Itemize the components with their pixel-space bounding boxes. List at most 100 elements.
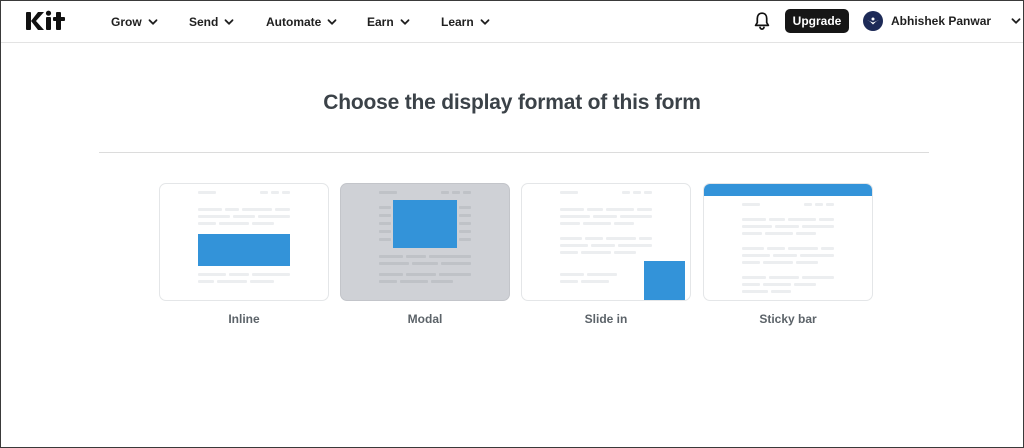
placeholder-line	[379, 262, 409, 265]
placeholder-line	[252, 222, 274, 225]
placeholder-line	[459, 230, 471, 233]
placeholder-line	[788, 218, 816, 221]
placeholder-line	[379, 214, 391, 217]
placeholder-line	[198, 222, 216, 225]
placeholder-line	[459, 214, 471, 217]
placeholder-line	[560, 215, 590, 218]
placeholder-line	[459, 222, 471, 225]
placeholder-line	[198, 208, 222, 211]
placeholder-line	[250, 280, 274, 283]
placeholder-line	[614, 222, 634, 225]
placeholder-line	[406, 255, 426, 258]
placeholder-line	[826, 203, 834, 206]
placeholder-line	[198, 273, 226, 276]
placeholder-line	[282, 191, 290, 194]
placeholder-line	[773, 254, 797, 257]
placeholder-line	[796, 232, 816, 235]
placeholder-line	[775, 225, 799, 228]
placeholder-line	[622, 191, 630, 194]
upgrade-button[interactable]: Upgrade	[785, 9, 849, 33]
placeholder-line	[459, 206, 471, 209]
sticky-bar-form-preview	[704, 184, 872, 196]
nav-earn[interactable]: Earn	[367, 13, 410, 31]
placeholder-line	[379, 280, 397, 283]
avatar	[863, 11, 883, 31]
placeholder-line	[229, 273, 249, 276]
nav-learn[interactable]: Learn	[441, 13, 490, 31]
placeholder-line	[644, 191, 652, 194]
placeholder-line	[742, 218, 766, 221]
placeholder-line	[620, 215, 652, 218]
placeholder-line	[400, 280, 428, 283]
format-card-inline[interactable]	[159, 183, 329, 301]
slide-in-form-preview	[644, 261, 685, 300]
placeholder-line	[742, 261, 760, 264]
chevron-down-icon	[327, 17, 337, 27]
nav-send-label: Send	[189, 15, 219, 29]
placeholder-line	[459, 238, 471, 241]
bell-icon[interactable]	[753, 11, 771, 31]
format-card-slide-in[interactable]	[521, 183, 691, 301]
placeholder-line	[560, 280, 578, 283]
placeholder-line	[406, 273, 436, 276]
placeholder-line	[441, 262, 471, 265]
placeholder-line	[271, 191, 279, 194]
placeholder-line	[796, 261, 818, 264]
nav-send[interactable]: Send	[189, 13, 234, 31]
placeholder-line	[742, 283, 760, 286]
placeholder-line	[463, 191, 471, 194]
placeholder-line	[560, 191, 578, 194]
placeholder-line	[560, 222, 580, 225]
placeholder-line	[587, 273, 617, 276]
placeholder-line	[769, 218, 785, 221]
placeholder-line	[198, 215, 230, 218]
placeholder-line	[763, 283, 791, 286]
placeholder-line	[815, 203, 823, 206]
nav-automate-label: Automate	[266, 15, 322, 29]
nav-grow-label: Grow	[111, 15, 142, 29]
format-card-modal[interactable]	[340, 183, 510, 301]
placeholder-line	[198, 191, 216, 194]
placeholder-line	[637, 208, 652, 211]
format-card-sticky-bar[interactable]	[703, 183, 873, 301]
placeholder-line	[560, 273, 584, 276]
page-title: Choose the display format of this form	[323, 91, 701, 114]
placeholder-line	[591, 244, 615, 247]
chevron-down-icon	[400, 17, 410, 27]
placeholder-line	[771, 290, 791, 293]
modal-form-preview	[393, 200, 457, 248]
placeholder-line	[242, 208, 272, 211]
placeholder-line	[429, 255, 471, 258]
placeholder-line	[560, 237, 582, 240]
format-label-sticky-bar: Sticky bar	[759, 312, 817, 326]
placeholder-line	[742, 254, 770, 257]
placeholder-line	[819, 218, 834, 221]
placeholder-line	[560, 208, 584, 211]
placeholder-line	[639, 237, 652, 240]
placeholder-line	[560, 251, 578, 254]
placeholder-line	[767, 247, 785, 250]
user-menu[interactable]: Abhishek Panwar	[863, 10, 1021, 32]
placeholder-line	[452, 191, 460, 194]
placeholder-line	[742, 232, 762, 235]
placeholder-line	[439, 273, 471, 276]
placeholder-line	[742, 290, 768, 293]
chevron-down-icon	[480, 17, 490, 27]
placeholder-line	[585, 237, 603, 240]
nav-earn-label: Earn	[367, 15, 394, 29]
placeholder-line	[441, 191, 449, 194]
placeholder-line	[225, 208, 239, 211]
placeholder-line	[217, 280, 247, 283]
format-label-inline: Inline	[228, 312, 260, 326]
kit-logo[interactable]	[25, 9, 69, 33]
placeholder-line	[412, 262, 438, 265]
nav-automate[interactable]: Automate	[266, 13, 337, 31]
placeholder-line	[198, 280, 214, 283]
placeholder-line	[233, 215, 255, 218]
placeholder-line	[821, 247, 834, 250]
placeholder-line	[763, 261, 793, 264]
nav-learn-label: Learn	[441, 15, 474, 29]
placeholder-line	[606, 237, 636, 240]
placeholder-line	[593, 215, 617, 218]
nav-grow[interactable]: Grow	[111, 13, 158, 31]
